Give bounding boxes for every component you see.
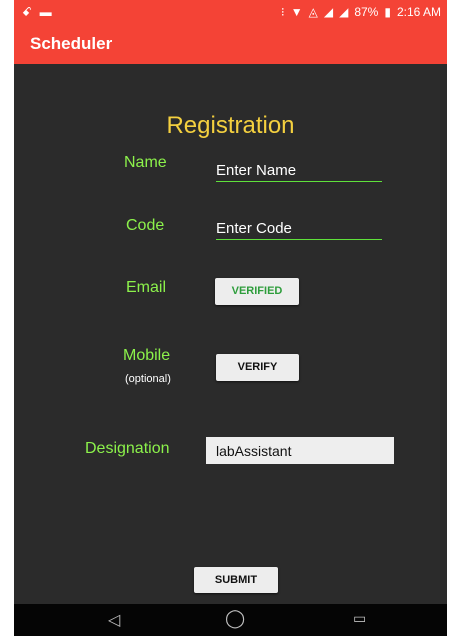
home-icon[interactable]: ◯ xyxy=(225,608,245,629)
mobile-label: Mobile xyxy=(123,347,171,364)
app-bar: Scheduler xyxy=(14,24,447,64)
code-label: Code xyxy=(126,217,165,234)
app-notification-icon: ꗃ xyxy=(22,5,32,19)
phone-screen: ꗃ ▬ ⁝ ▼ ◬ ◢ ◢ 87% ▮ 2:16 AM Scheduler Re… xyxy=(14,0,447,636)
image-icon: ▬ xyxy=(39,5,52,19)
email-label: Email xyxy=(126,279,167,296)
recents-icon[interactable]: ▭ xyxy=(353,610,366,627)
status-left: ꗃ ▬ xyxy=(22,5,52,20)
status-bar: ꗃ ▬ ⁝ ▼ ◬ ◢ ◢ 87% ▮ 2:16 AM xyxy=(14,0,447,24)
battery-percent: 87% xyxy=(354,5,379,19)
app-title: Scheduler xyxy=(30,34,113,53)
name-label: Name xyxy=(124,154,167,171)
mobile-optional-label: (optional) xyxy=(125,373,171,385)
navigation-bar: ◁ ◯ ▭ xyxy=(14,604,447,636)
status-right: ⁝ ▼ ◬ ◢ ◢ 87% ▮ 2:16 AM xyxy=(281,5,441,19)
registration-form: Registration Name Enter Name Code Enter … xyxy=(14,64,447,604)
lte-icon: ◬ xyxy=(308,5,318,19)
submit-button[interactable]: SUBMIT xyxy=(194,567,278,593)
battery-icon: ▮ xyxy=(384,5,391,19)
clock: 2:16 AM xyxy=(396,5,441,19)
signal-icon-2: ◢ xyxy=(339,5,349,19)
email-verified-button[interactable]: VERIFIED xyxy=(215,278,299,305)
designation-field[interactable]: labAssistant xyxy=(206,437,394,464)
designation-label: Designation xyxy=(85,440,170,457)
vibrate-icon: ⁝ xyxy=(280,5,285,19)
back-icon[interactable]: ◁ xyxy=(108,610,120,630)
signal-icon: ◢ xyxy=(323,5,334,19)
name-field[interactable]: Enter Name xyxy=(216,162,382,182)
page-title: Registration xyxy=(166,112,295,139)
wifi-icon: ▼ xyxy=(290,5,303,19)
mobile-verify-button[interactable]: VERIFY xyxy=(216,354,299,381)
code-field[interactable]: Enter Code xyxy=(216,220,382,240)
